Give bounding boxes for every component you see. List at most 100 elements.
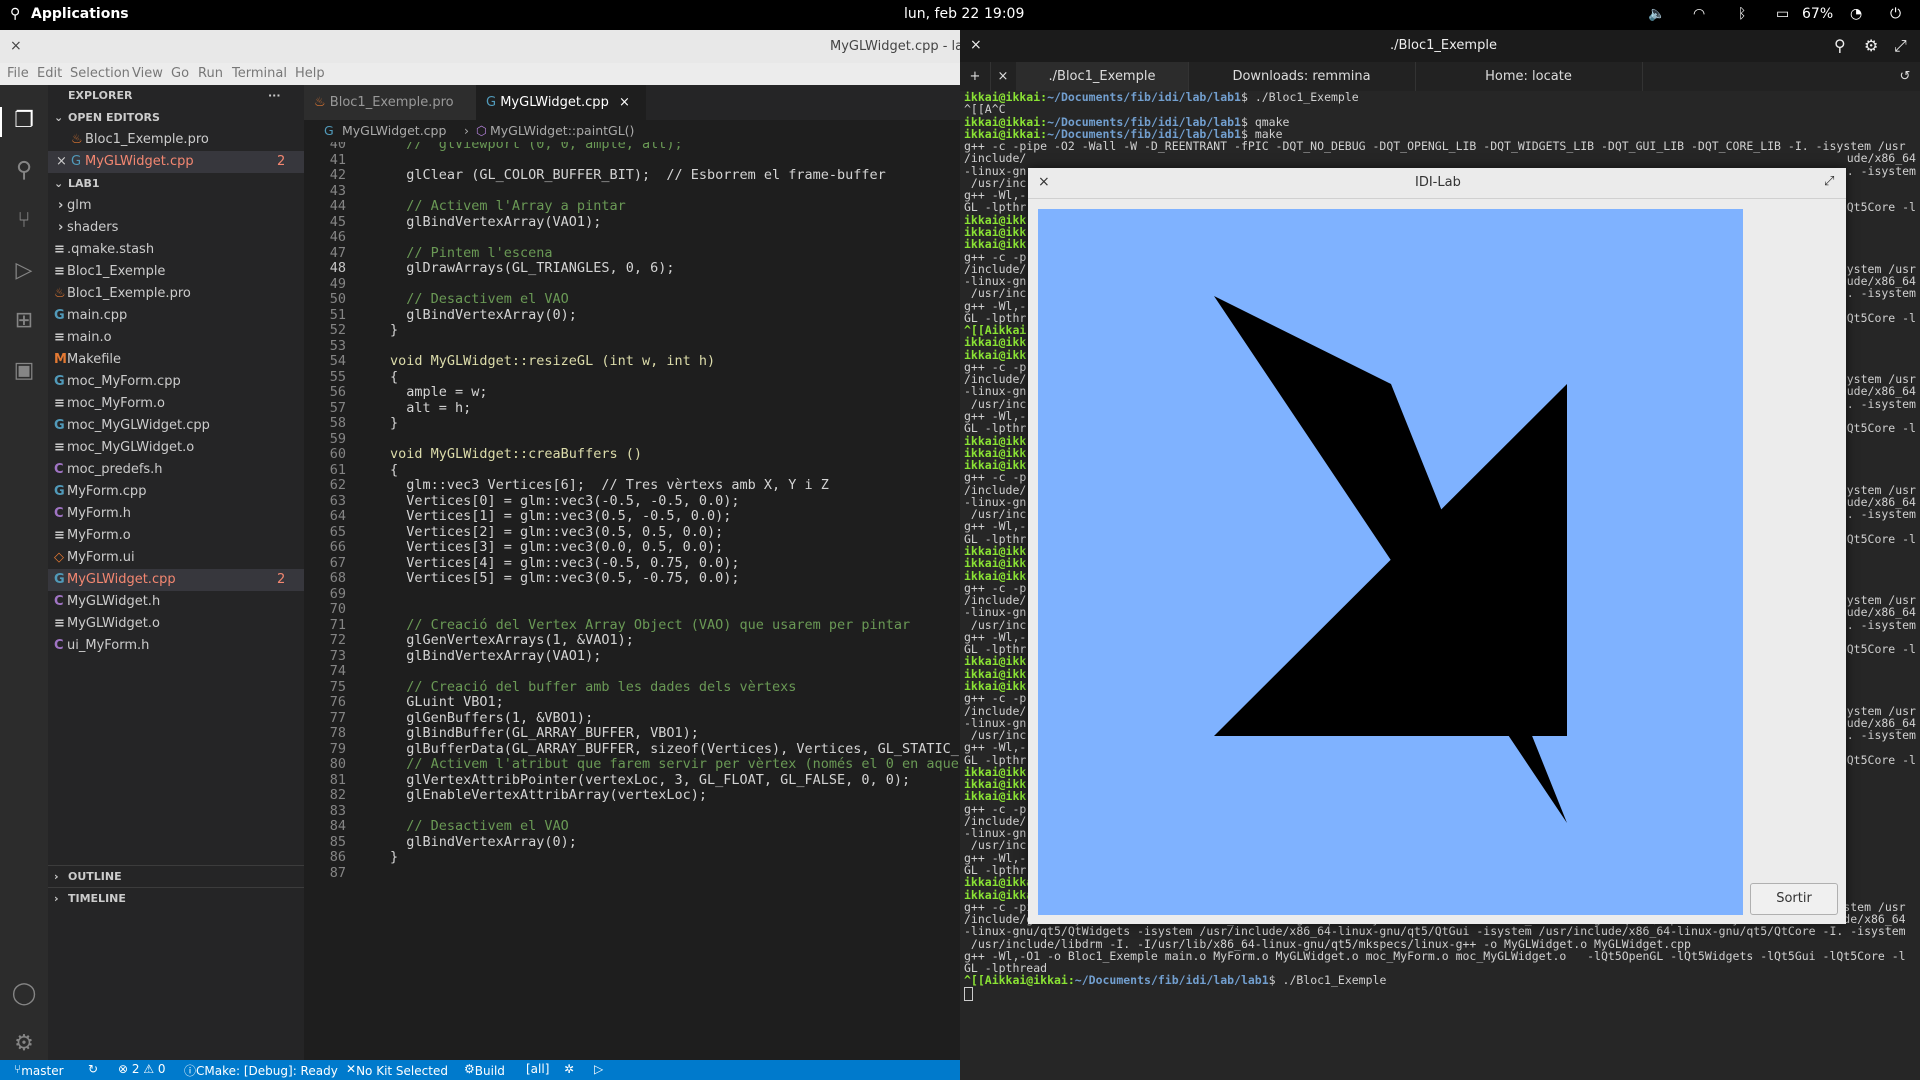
tab-myglwidget-cpp[interactable]: G MyGLWidget.cpp × — [476, 85, 646, 120]
file-tree-item[interactable]: Gmoc_MyGLWidget.cpp — [48, 415, 304, 437]
close-icon[interactable]: × — [56, 151, 67, 173]
tab-bloc1-exemple-pro[interactable]: ♨ Bloc1_Exemple.pro — [304, 85, 476, 120]
code-line[interactable]: { — [390, 369, 398, 385]
code-line[interactable]: } — [390, 415, 398, 431]
search-icon[interactable]: ⚲ — [10, 157, 38, 185]
code-line[interactable]: GLuint VBO1; — [390, 694, 504, 710]
file-tree-item[interactable]: ≡ MyForm.o — [48, 525, 304, 547]
run-debug-icon[interactable]: ▷ — [10, 257, 38, 285]
code-line[interactable]: void MyGLWidget::resizeGL (int w, int h) — [390, 353, 715, 369]
close-icon[interactable]: × — [970, 37, 982, 53]
wifi-icon[interactable]: ◠ — [1693, 6, 1705, 22]
code-line[interactable]: Vertices[2] = glm::vec3(0.5, 0.5, 0.0); — [390, 524, 723, 540]
extensions-icon[interactable]: ⊞ — [10, 307, 38, 335]
code-line[interactable]: ample = w; — [390, 384, 487, 400]
maximize-icon[interactable]: ⤢ — [1824, 174, 1834, 189]
menu-run[interactable]: Run — [198, 66, 223, 81]
file-tree-item[interactable]: M Makefile — [48, 349, 304, 371]
run-icon[interactable]: ▷ — [594, 1062, 603, 1076]
source-control-icon[interactable]: ⑂ — [10, 207, 38, 235]
timeline-header[interactable]: › TIMELINE — [48, 887, 304, 910]
close-icon[interactable]: × — [1038, 174, 1050, 190]
code-line[interactable]: glClear (GL_COLOR_BUFFER_BIT); // Esborr… — [390, 167, 886, 183]
code-line[interactable]: // Creació del Vertex Array Object (VAO)… — [390, 617, 910, 633]
branch-indicator[interactable]: ⑂ master — [14, 1062, 64, 1078]
search-icon[interactable]: ⚲ — [10, 6, 20, 22]
problems-indicator[interactable]: ⊗ 2 ⚠ 0 — [118, 1062, 166, 1076]
search-icon[interactable]: ⚲ — [1834, 36, 1846, 55]
build-button[interactable]: ⚙ Build — [464, 1062, 505, 1078]
code-line[interactable]: glBufferData(GL_ARRAY_BUFFER, sizeof(Ver… — [390, 741, 959, 757]
code-line[interactable]: // Desactivem el VAO — [390, 291, 569, 307]
applications-menu[interactable]: Applications — [31, 6, 129, 22]
code-line[interactable]: Vertices[1] = glm::vec3(0.5, -0.5, 0.0); — [390, 508, 731, 524]
menu-go[interactable]: Go — [171, 66, 189, 81]
menu-terminal[interactable]: Terminal — [232, 66, 287, 81]
remote-explorer-icon[interactable]: ▣ — [10, 357, 38, 385]
kit-selector[interactable]: ✕ No Kit Selected — [346, 1062, 448, 1078]
code-line[interactable]: alt = h; — [390, 400, 471, 416]
sync-icon[interactable]: ↻ — [88, 1062, 98, 1076]
file-tree-item[interactable]: Gmoc_MyForm.cpp — [48, 371, 304, 393]
open-editors-header[interactable]: ⌄ OPEN EDITORS — [48, 107, 304, 129]
code-line[interactable]: // Pintem l'escena — [390, 245, 552, 261]
menu-file[interactable]: File — [7, 66, 29, 81]
file-tree-item[interactable]: C MyGLWidget.h — [48, 591, 304, 613]
sortir-button[interactable]: Sortir — [1750, 883, 1838, 915]
close-icon[interactable]: × — [619, 95, 630, 110]
open-editor-item[interactable]: ♨ Bloc1_Exemple.pro — [48, 129, 304, 151]
code-line[interactable]: // glViewport (0, 0, ample, alt); — [390, 142, 682, 152]
open-editor-item-active[interactable]: × G MyGLWidget.cpp 2 — [48, 151, 304, 173]
menu-selection[interactable]: Selection — [70, 66, 130, 81]
code-line[interactable]: glBindBuffer(GL_ARRAY_BUFFER, VBO1); — [390, 725, 699, 741]
breadcrumb-file[interactable]: MyGLWidget.cpp — [342, 120, 446, 142]
file-tree-item[interactable]: › shaders — [48, 217, 304, 239]
power-icon[interactable]: ⏻ — [1890, 6, 1901, 22]
code-editor[interactable]: 40 // glViewport (0, 0, ample, alt); 41 42… — [304, 142, 960, 1060]
code-line[interactable]: void MyGLWidget::creaBuffers () — [390, 446, 642, 462]
code-line[interactable]: } — [390, 849, 398, 865]
maximize-icon[interactable]: ⤢ — [1894, 36, 1907, 56]
settings-gear-icon[interactable]: ⚙ — [10, 1030, 38, 1058]
file-tree-item[interactable]: ≡ Bloc1_Exemple — [48, 261, 304, 283]
battery-icon[interactable]: ▭ — [1776, 6, 1789, 22]
file-tree-item[interactable]: ≡ MyGLWidget.o — [48, 613, 304, 635]
new-tab-icon[interactable]: + — [960, 62, 991, 91]
code-line[interactable]: Vertices[0] = glm::vec3(-0.5, -0.5, 0.0)… — [390, 493, 739, 509]
file-tree-item[interactable]: ≡ moc_MyForm.o — [48, 393, 304, 415]
file-tree-item[interactable]: G MyForm.cpp — [48, 481, 304, 503]
file-tree-item[interactable]: G MyGLWidget.cpp 2 — [48, 569, 304, 591]
code-line[interactable]: glVertexAttribPointer(vertexLoc, 3, GL_F… — [390, 772, 910, 788]
code-line[interactable]: glBindVertexArray(VAO1); — [390, 648, 601, 664]
explorer-icon[interactable]: ❐ — [10, 107, 38, 135]
file-tree-item[interactable]: ≡ .qmake.stash — [48, 239, 304, 261]
menu-help[interactable]: Help — [295, 66, 325, 81]
terminal-tab[interactable]: Downloads: remmina — [1188, 62, 1416, 91]
code-line[interactable]: // Desactivem el VAO — [390, 818, 569, 834]
code-line[interactable]: glEnableVertexAttribArray(vertexLoc); — [390, 787, 707, 803]
file-tree-item[interactable]: C MyForm.h — [48, 503, 304, 525]
code-line[interactable]: glDrawArrays(GL_TRIANGLES, 0, 6); — [390, 260, 674, 276]
bluetooth-icon[interactable]: ᛒ — [1738, 6, 1746, 22]
code-line[interactable]: glGenBuffers(1, &VBO1); — [390, 710, 593, 726]
gear-icon[interactable]: ⚙ — [1864, 36, 1878, 55]
code-line[interactable]: glGenVertexArrays(1, &VAO1); — [390, 632, 634, 648]
code-line[interactable]: { — [390, 462, 398, 478]
file-tree-item[interactable]: ◇ MyForm.ui — [48, 547, 304, 569]
notifications-off-icon[interactable]: ◔ — [1850, 6, 1862, 22]
code-line[interactable]: // Activem l'atribut que farem servir pe… — [390, 756, 959, 772]
opengl-viewport[interactable] — [1038, 209, 1743, 915]
menu-view[interactable]: View — [132, 66, 163, 81]
code-line[interactable]: glBindVertexArray(0); — [390, 307, 577, 323]
volume-icon[interactable]: 🔈 — [1648, 6, 1665, 22]
folder-header-lab1[interactable]: ⌄ LAB1 — [48, 173, 304, 195]
code-line[interactable]: Vertices[4] = glm::vec3(-0.5, 0.75, 0.0)… — [390, 555, 739, 571]
code-line[interactable]: glm::vec3 Vertices[6]; // Tres vèrtexs a… — [390, 477, 829, 493]
code-line[interactable]: // Creació del buffer amb les dades dels… — [390, 679, 796, 695]
clock-time[interactable]: 19:09 — [984, 6, 1024, 22]
account-icon[interactable]: ◯ — [10, 980, 38, 1008]
code-line[interactable]: } — [390, 322, 398, 338]
debug-icon[interactable]: ✲ — [564, 1062, 574, 1076]
clock-date[interactable]: lun, feb 22 — [904, 6, 979, 22]
history-icon[interactable]: ↺ — [1890, 62, 1920, 91]
